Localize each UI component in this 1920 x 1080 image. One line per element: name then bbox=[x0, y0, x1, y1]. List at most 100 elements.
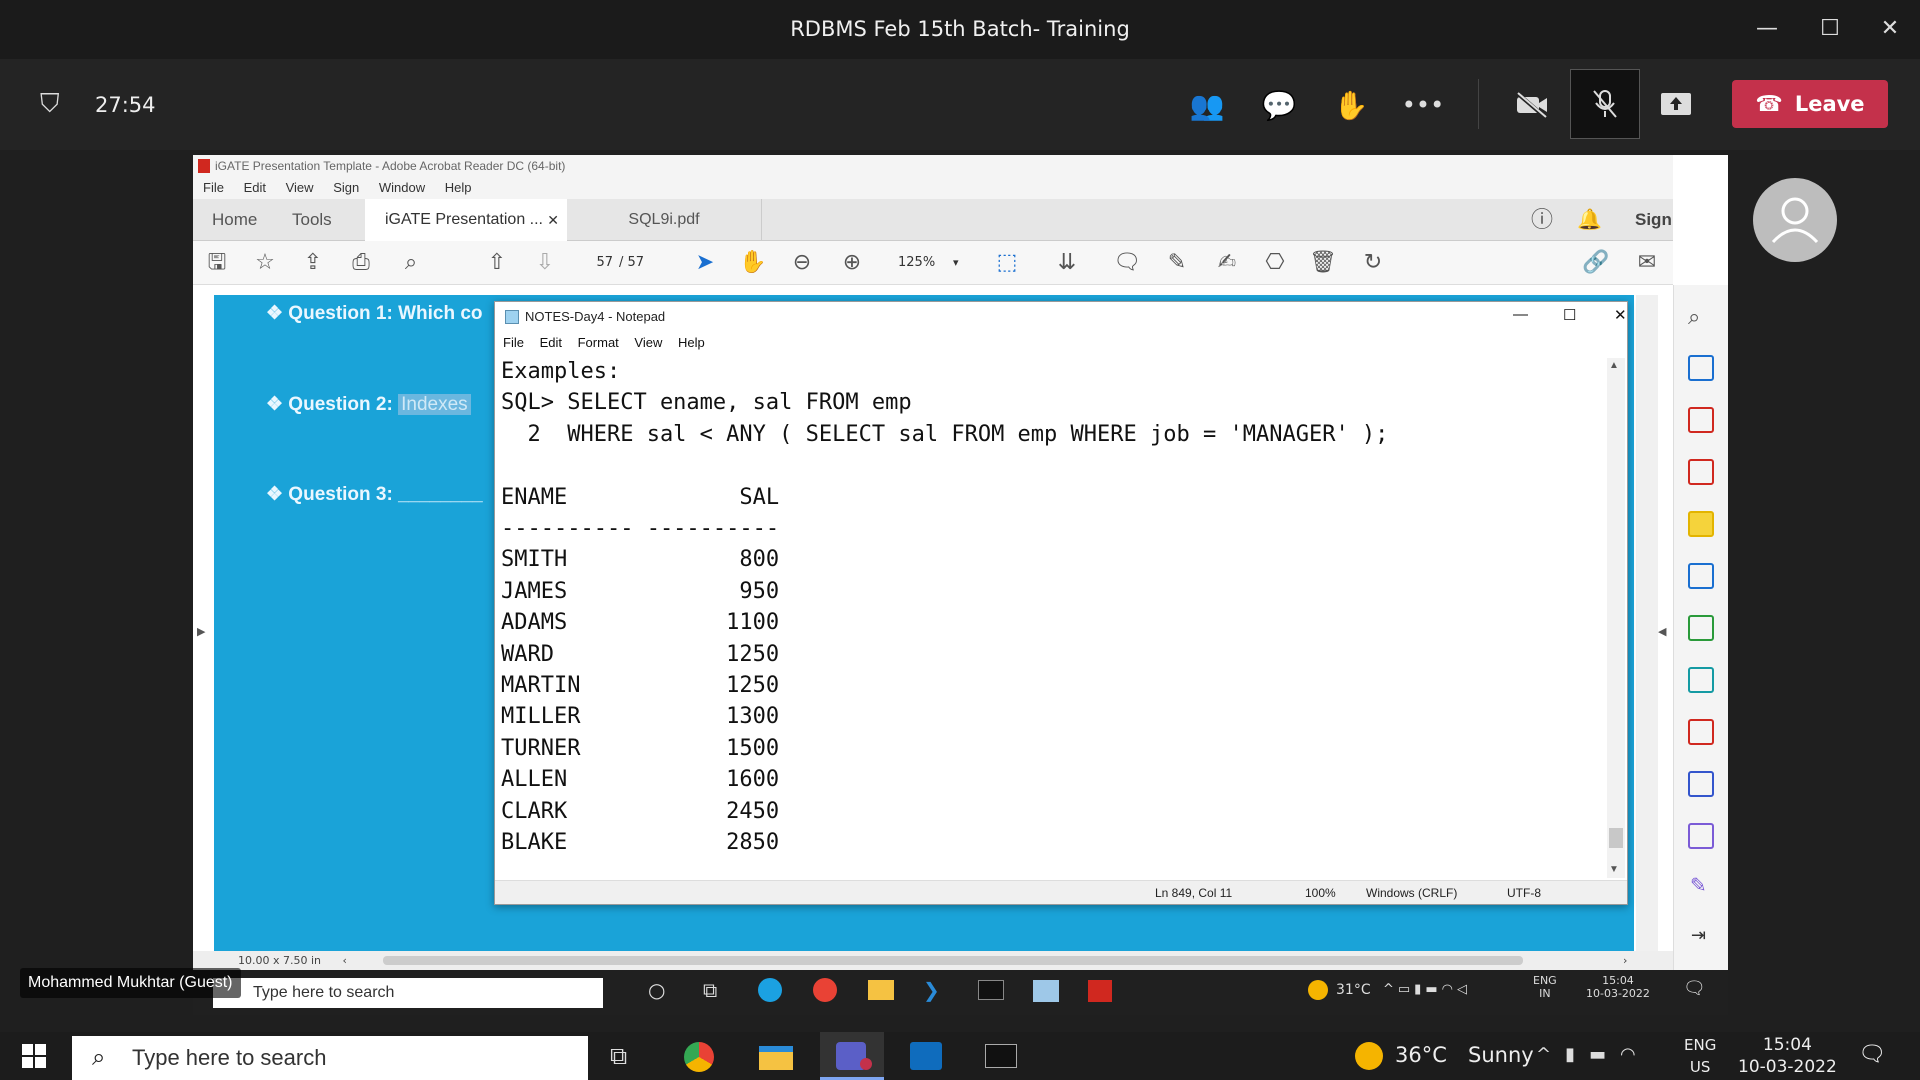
cortana-icon[interactable]: ○ bbox=[648, 978, 665, 1002]
participants-icon[interactable]: 👥 bbox=[1183, 81, 1231, 129]
menu-window[interactable]: Window bbox=[379, 180, 425, 195]
np-menu-file[interactable]: File bbox=[503, 335, 524, 350]
teams-taskbar-button[interactable] bbox=[820, 1032, 884, 1080]
protect-icon[interactable] bbox=[1688, 771, 1714, 797]
maximize-icon[interactable]: ☐ bbox=[1815, 14, 1845, 44]
close-tab-icon[interactable]: ✕ bbox=[547, 199, 559, 241]
leave-button[interactable]: ☎ Leave bbox=[1732, 80, 1888, 128]
hand-tool-icon[interactable]: ✋ bbox=[739, 249, 767, 277]
email-icon[interactable]: ✉ bbox=[1633, 249, 1661, 277]
highlight-pen-icon[interactable]: ✎ bbox=[1163, 249, 1191, 277]
edge-icon[interactable] bbox=[758, 978, 782, 1002]
notification-center-icon[interactable]: 🗨 bbox=[1858, 1042, 1886, 1067]
create-pdf-icon[interactable] bbox=[1688, 459, 1714, 485]
print-icon[interactable]: ⎙ bbox=[347, 249, 375, 277]
combine-files-icon[interactable] bbox=[1688, 563, 1714, 589]
menu-sign[interactable]: Sign bbox=[333, 180, 359, 195]
stamp-icon[interactable]: ⎔ bbox=[1261, 249, 1289, 277]
task-view-icon[interactable]: ⧉ bbox=[610, 1042, 627, 1070]
expand-tools-icon[interactable]: ✎ bbox=[1690, 873, 1707, 897]
zoom-in-icon[interactable]: ⊕ bbox=[838, 249, 866, 277]
chat-icon[interactable]: 💬 bbox=[1255, 81, 1303, 129]
menu-edit[interactable]: Edit bbox=[244, 180, 266, 195]
page-down-icon[interactable]: ⇩ bbox=[531, 249, 559, 277]
system-tray-icons[interactable]: ^▮▬◠ bbox=[1536, 1044, 1650, 1065]
organize-pages-icon[interactable] bbox=[1688, 407, 1714, 433]
notepad-scrollbar[interactable]: ▲ ▼ bbox=[1607, 358, 1625, 878]
vertical-scrollbar[interactable] bbox=[1636, 295, 1658, 951]
file-explorer-icon[interactable] bbox=[759, 1046, 793, 1070]
scroll-down-icon[interactable]: ▼ bbox=[1609, 864, 1619, 875]
tab-home[interactable]: Home bbox=[212, 199, 257, 241]
avatar[interactable] bbox=[1753, 178, 1837, 262]
scroll-thumb[interactable] bbox=[1609, 828, 1623, 848]
fit-page-icon[interactable]: ⬚ bbox=[993, 249, 1021, 277]
edit-pdf-icon[interactable] bbox=[1688, 667, 1714, 693]
tab-tools[interactable]: Tools bbox=[292, 199, 332, 241]
help-icon[interactable]: ⓘ bbox=[1531, 199, 1553, 241]
chrome-icon[interactable] bbox=[813, 978, 837, 1002]
scroll-up-icon[interactable]: ▲ bbox=[1609, 360, 1619, 371]
taskbar-clock[interactable]: 15:04 10-03-2022 bbox=[1738, 1034, 1837, 1078]
tray-icons[interactable]: ^▭▮▬◠◁ bbox=[1383, 982, 1471, 997]
compress-icon[interactable] bbox=[1688, 615, 1714, 641]
raise-hand-icon[interactable]: ✋ bbox=[1327, 81, 1375, 129]
search-icon[interactable]: ⌕ bbox=[1688, 305, 1700, 330]
search-zoom-icon[interactable]: ⌕ bbox=[397, 249, 425, 277]
upload-icon[interactable]: ⇪ bbox=[299, 249, 327, 277]
more-tools-icon[interactable] bbox=[1688, 823, 1714, 849]
notepad-close-icon[interactable]: ✕ bbox=[1614, 306, 1627, 324]
export-pdf-icon[interactable] bbox=[1688, 355, 1714, 381]
chrome-icon[interactable] bbox=[684, 1042, 714, 1072]
np-menu-edit[interactable]: Edit bbox=[540, 335, 562, 350]
tab-igate-presentation[interactable]: iGATE Presentation ... ✕ bbox=[365, 199, 567, 241]
scroll-left-icon[interactable]: ‹ bbox=[343, 954, 347, 967]
notepad-text-area[interactable]: Examples: SQL> SELECT ename, sal FROM emp… bbox=[501, 356, 1601, 876]
camera-off-icon[interactable] bbox=[1508, 81, 1556, 129]
comment-icon[interactable]: 🗨 bbox=[1113, 249, 1141, 277]
delete-icon[interactable]: 🗑 bbox=[1309, 249, 1337, 277]
share-screen-icon[interactable] bbox=[1652, 81, 1700, 129]
tab-sql9i[interactable]: SQL9i.pdf bbox=[567, 199, 762, 241]
np-menu-format[interactable]: Format bbox=[578, 335, 619, 350]
file-explorer-icon[interactable] bbox=[868, 980, 894, 1000]
menu-help[interactable]: Help bbox=[445, 180, 472, 195]
zoom-level-select[interactable]: 125% bbox=[898, 251, 935, 275]
windows-start-icon[interactable] bbox=[22, 1044, 46, 1072]
chevron-down-icon[interactable]: ▾ bbox=[953, 251, 959, 275]
sign-in-link[interactable]: Sign bbox=[1635, 199, 1672, 241]
input-language[interactable]: ENG US bbox=[1684, 1034, 1716, 1078]
zoom-out-icon[interactable]: ⊖ bbox=[788, 249, 816, 277]
np-menu-view[interactable]: View bbox=[634, 335, 662, 350]
taskbar-search-box[interactable]: ⌕ Type here to search bbox=[72, 1036, 588, 1080]
menu-file[interactable]: File bbox=[203, 180, 224, 195]
minimize-icon[interactable]: — bbox=[1752, 14, 1782, 44]
notepad-maximize-icon[interactable]: ☐ bbox=[1563, 306, 1576, 324]
menu-view[interactable]: View bbox=[286, 180, 314, 195]
mic-off-icon[interactable] bbox=[1570, 69, 1640, 139]
bell-icon[interactable]: 🔔 bbox=[1577, 199, 1602, 241]
select-cursor-icon[interactable]: ➤ bbox=[691, 249, 719, 277]
draw-icon[interactable]: ✍ bbox=[1213, 249, 1241, 277]
right-panel-toggle-icon[interactable]: ◀ bbox=[1658, 625, 1666, 638]
page-up-icon[interactable]: ⇧ bbox=[483, 249, 511, 277]
save-icon[interactable]: 🖫 bbox=[203, 249, 231, 277]
shared-search-box[interactable]: Type here to search bbox=[213, 978, 603, 1008]
terminal-icon[interactable] bbox=[978, 980, 1004, 1000]
terminal-icon[interactable] bbox=[985, 1044, 1017, 1068]
comment-pane-icon[interactable] bbox=[1688, 511, 1714, 537]
close-icon[interactable]: ✕ bbox=[1875, 14, 1905, 44]
rotate-icon[interactable]: ↻ bbox=[1359, 249, 1387, 277]
shared-clock[interactable]: 15:04 10-03-2022 bbox=[1586, 974, 1650, 1000]
scroll-mode-icon[interactable]: ⇊ bbox=[1053, 249, 1081, 277]
more-options-icon[interactable]: ••• bbox=[1399, 81, 1447, 129]
notepad-window[interactable]: NOTES-Day4 - Notepad — ☐ ✕ File Edit For… bbox=[494, 301, 1628, 905]
scroll-right-icon[interactable]: › bbox=[1623, 951, 1627, 970]
notepad-task-icon[interactable] bbox=[1033, 980, 1059, 1002]
page-number-input[interactable]: 57 bbox=[573, 251, 613, 275]
horizontal-scrollbar[interactable] bbox=[383, 956, 1523, 965]
task-view-icon[interactable]: ⧉ bbox=[703, 978, 717, 1002]
collapse-pane-icon[interactable]: ⇥ bbox=[1691, 925, 1706, 946]
shared-notification-icon[interactable]: 🗨 bbox=[1683, 978, 1706, 999]
outlook-icon[interactable] bbox=[910, 1042, 942, 1070]
